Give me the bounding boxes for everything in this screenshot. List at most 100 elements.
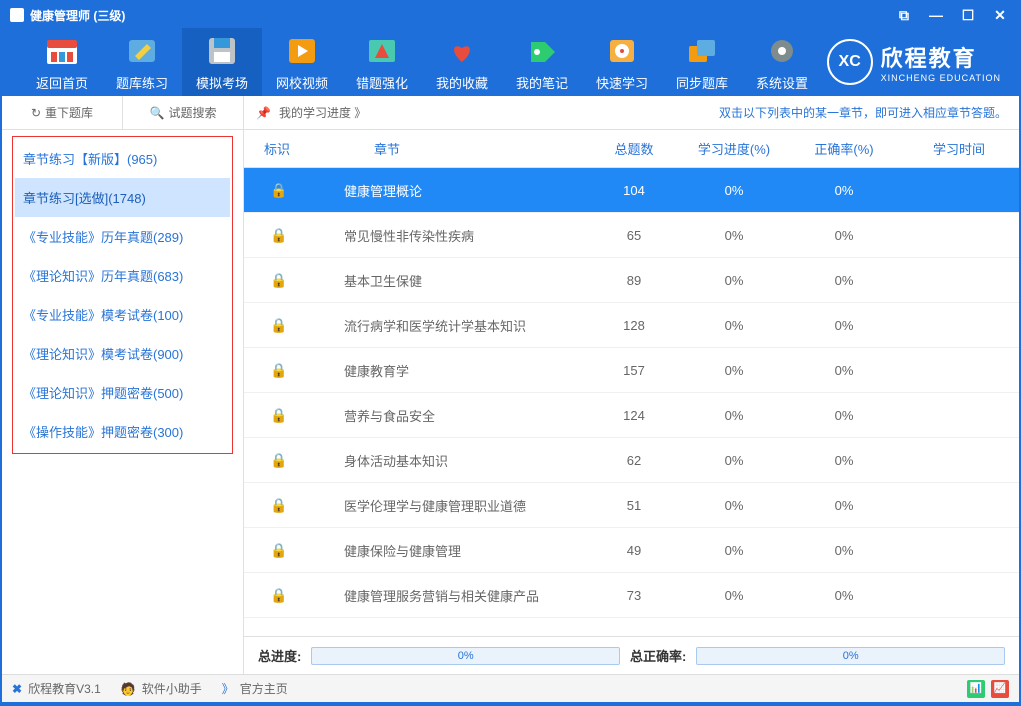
pencil-icon bbox=[124, 33, 160, 69]
sidebar-tabs: ↻ 重下题库 🔍 试题搜索 bbox=[2, 96, 243, 130]
chapter-cell: 身体活动基本知识 bbox=[314, 451, 589, 470]
correct-cell: 0% bbox=[789, 408, 899, 423]
close-button[interactable]: ✕ bbox=[989, 6, 1011, 24]
total-progress-bar: 0% bbox=[311, 647, 620, 665]
window-controls: ⧉ — ☐ ✕ bbox=[893, 6, 1011, 24]
table-row[interactable]: 🔒健康管理概论1040%0% bbox=[244, 168, 1019, 213]
status-home[interactable]: 》 官方主页 bbox=[222, 680, 288, 697]
sidebar-tab-search[interactable]: 🔍 试题搜索 bbox=[123, 96, 243, 129]
sidebar-item[interactable]: 《专业技能》模考试卷(100) bbox=[15, 295, 230, 334]
lock-icon: 🔒 bbox=[244, 497, 314, 514]
chapter-cell: 健康管理服务营销与相关健康产品 bbox=[314, 586, 589, 605]
total-cell: 124 bbox=[589, 408, 679, 423]
table-row[interactable]: 🔒身体活动基本知识620%0% bbox=[244, 438, 1019, 483]
toolbar-notes[interactable]: 我的笔记 bbox=[502, 28, 582, 96]
col-total: 总题数 bbox=[589, 139, 679, 158]
total-cell: 104 bbox=[589, 183, 679, 198]
logo-cn: 欣程教育 bbox=[881, 41, 1001, 73]
sidebar-item[interactable]: 《操作技能》押题密卷(300) bbox=[15, 412, 230, 451]
progress-cell: 0% bbox=[679, 543, 789, 558]
toolbar-label: 快速学习 bbox=[596, 73, 648, 92]
table-row[interactable]: 🔒基本卫生保健890%0% bbox=[244, 258, 1019, 303]
sidebar-item[interactable]: 《理论知识》历年真题(683) bbox=[15, 256, 230, 295]
toolbar-video[interactable]: 网校视频 bbox=[262, 28, 342, 96]
tab-label: 试题搜索 bbox=[168, 104, 216, 121]
table-body[interactable]: 🔒健康管理概论1040%0%🔒常见慢性非传染性疾病650%0%🔒基本卫生保健89… bbox=[244, 168, 1019, 636]
table-row[interactable]: 🔒营养与食品安全1240%0% bbox=[244, 393, 1019, 438]
sidebar-item[interactable]: 章节练习[选做](1748) bbox=[15, 178, 230, 217]
table-row[interactable]: 🔒常见慢性非传染性疾病650%0% bbox=[244, 213, 1019, 258]
app-icon bbox=[10, 8, 24, 22]
correct-cell: 0% bbox=[789, 453, 899, 468]
clock-icon bbox=[604, 33, 640, 69]
total-cell: 73 bbox=[589, 588, 679, 603]
table-row[interactable]: 🔒健康保险与健康管理490%0% bbox=[244, 528, 1019, 573]
toolbar-label: 返回首页 bbox=[36, 73, 88, 92]
correct-cell: 0% bbox=[789, 498, 899, 513]
pin-icon: 📌 bbox=[256, 106, 271, 120]
lock-icon: 🔒 bbox=[244, 407, 314, 424]
correct-cell: 0% bbox=[789, 543, 899, 558]
toolbar-mistakes[interactable]: 错题强化 bbox=[342, 28, 422, 96]
toolbar-home[interactable]: 返回首页 bbox=[22, 28, 102, 96]
lock-icon: 🔒 bbox=[244, 362, 314, 379]
sidebar-item[interactable]: 《专业技能》历年真题(289) bbox=[15, 217, 230, 256]
status-helper[interactable]: 🧑 软件小助手 bbox=[121, 680, 202, 697]
sync-icon bbox=[684, 33, 720, 69]
pin-button[interactable]: ⧉ bbox=[893, 6, 915, 24]
table-row[interactable]: 🔒健康教育学1570%0% bbox=[244, 348, 1019, 393]
progress-cell: 0% bbox=[679, 273, 789, 288]
lock-icon: 🔒 bbox=[244, 452, 314, 469]
progress-breadcrumb[interactable]: 我的学习进度 》 bbox=[279, 104, 366, 121]
helper-icon: 🧑 bbox=[121, 682, 136, 696]
sidebar-item[interactable]: 章节练习【新版】(965) bbox=[15, 139, 230, 178]
toolbar-label: 网校视频 bbox=[276, 73, 328, 92]
toolbar-label: 题库练习 bbox=[116, 73, 168, 92]
toolbar-label: 模拟考场 bbox=[196, 73, 248, 92]
lock-icon: 🔒 bbox=[244, 542, 314, 559]
total-cell: 89 bbox=[589, 273, 679, 288]
minimize-button[interactable]: — bbox=[925, 6, 947, 24]
toolbar-label: 同步题库 bbox=[676, 73, 728, 92]
correct-cell: 0% bbox=[789, 228, 899, 243]
close-icon: ✖ bbox=[12, 682, 22, 696]
brand-logo: XC 欣程教育 XINCHENG EDUCATION bbox=[827, 39, 1001, 85]
correct-cell: 0% bbox=[789, 363, 899, 378]
toolbar-favorites[interactable]: 我的收藏 bbox=[422, 28, 502, 96]
stats-icon[interactable]: 📊 bbox=[967, 680, 985, 698]
table-row[interactable]: 🔒医学伦理学与健康管理职业道德510%0% bbox=[244, 483, 1019, 528]
toolbar-settings[interactable]: 系统设置 bbox=[742, 28, 822, 96]
status-app[interactable]: ✖ 欣程教育V3.1 bbox=[12, 680, 101, 697]
table-row[interactable]: 🔒健康管理服务营销与相关健康产品730%0% bbox=[244, 573, 1019, 618]
lock-icon: 🔒 bbox=[244, 272, 314, 289]
total-progress-label: 总进度: bbox=[258, 646, 301, 665]
progress-cell: 0% bbox=[679, 318, 789, 333]
maximize-button[interactable]: ☐ bbox=[957, 6, 979, 24]
table-row[interactable]: 🔒流行病学和医学统计学基本知识1280%0% bbox=[244, 303, 1019, 348]
sidebar-item[interactable]: 《理论知识》押题密卷(500) bbox=[15, 373, 230, 412]
logo-badge: XC bbox=[827, 39, 873, 85]
chapter-cell: 健康教育学 bbox=[314, 361, 589, 380]
toolbar-sync[interactable]: 同步题库 bbox=[662, 28, 742, 96]
sidebar-item[interactable]: 《理论知识》模考试卷(900) bbox=[15, 334, 230, 373]
sidebar: ↻ 重下题库 🔍 试题搜索 章节练习【新版】(965) 章节练习[选做](174… bbox=[2, 96, 244, 674]
chapter-cell: 健康保险与健康管理 bbox=[314, 541, 589, 560]
col-progress: 学习进度(%) bbox=[679, 139, 789, 158]
content-hint: 双击以下列表中的某一章节，即可进入相应章节答题。 bbox=[719, 104, 1007, 121]
sidebar-tab-redownload[interactable]: ↻ 重下题库 bbox=[2, 96, 123, 129]
progress-cell: 0% bbox=[679, 453, 789, 468]
statusbar: ✖ 欣程教育V3.1 🧑 软件小助手 》 官方主页 📊 📈 bbox=[2, 674, 1019, 702]
toolbar-exam[interactable]: 模拟考场 bbox=[182, 28, 262, 96]
correct-cell: 0% bbox=[789, 183, 899, 198]
lock-icon: 🔒 bbox=[244, 182, 314, 199]
total-correct-bar: 0% bbox=[696, 647, 1005, 665]
chart-icon[interactable]: 📈 bbox=[991, 680, 1009, 698]
toolbar-quick[interactable]: 快速学习 bbox=[582, 28, 662, 96]
home-icon bbox=[44, 33, 80, 69]
toolbar-practice[interactable]: 题库练习 bbox=[102, 28, 182, 96]
table-header: 标识 章节 总题数 学习进度(%) 正确率(%) 学习时间 bbox=[244, 130, 1019, 168]
window-title: 健康管理师 (三级) bbox=[30, 7, 125, 24]
chapter-cell: 基本卫生保健 bbox=[314, 271, 589, 290]
play-icon bbox=[284, 33, 320, 69]
total-correct-label: 总正确率: bbox=[630, 646, 686, 665]
